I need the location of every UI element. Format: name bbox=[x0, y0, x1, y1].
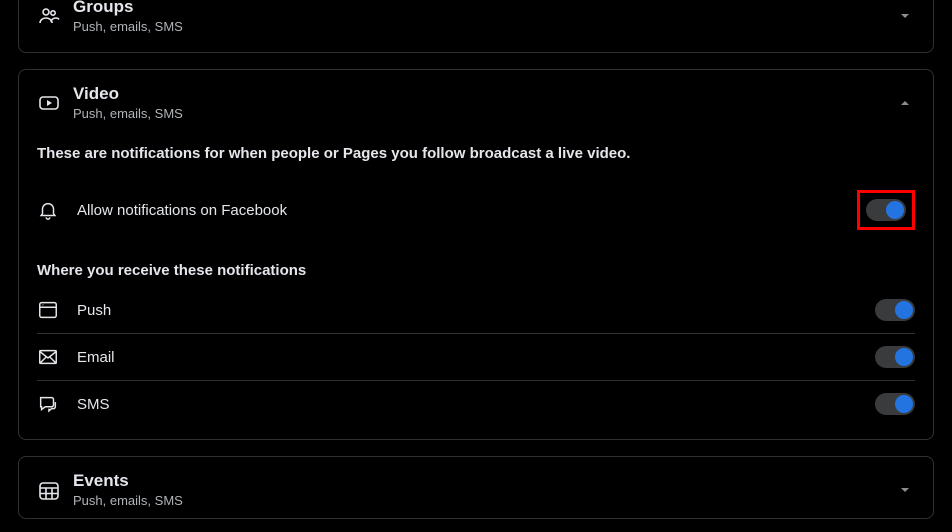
push-label: Push bbox=[77, 302, 875, 319]
browser-icon bbox=[37, 299, 77, 321]
chevron-down-icon bbox=[895, 6, 915, 26]
toggle-sms[interactable] bbox=[875, 393, 915, 415]
row-sms: SMS bbox=[37, 381, 915, 427]
section-events-header[interactable]: Events Push, emails, SMS bbox=[37, 457, 915, 518]
events-title: Events bbox=[73, 471, 895, 491]
sms-label: SMS bbox=[77, 396, 875, 413]
highlight-allow-toggle bbox=[857, 190, 915, 230]
email-label: Email bbox=[77, 349, 875, 366]
where-label: Where you receive these notifications bbox=[37, 262, 915, 279]
allow-label: Allow notifications on Facebook bbox=[77, 202, 857, 219]
video-icon bbox=[37, 91, 73, 115]
chevron-down-icon bbox=[895, 480, 915, 500]
video-description: These are notifications for when people … bbox=[37, 145, 915, 162]
groups-title: Groups bbox=[73, 0, 895, 17]
video-title: Video bbox=[73, 84, 895, 104]
groups-icon bbox=[37, 4, 73, 28]
sms-icon bbox=[37, 393, 77, 415]
section-groups: Groups Push, emails, SMS bbox=[18, 0, 934, 53]
chevron-up-icon bbox=[895, 93, 915, 113]
toggle-allow-facebook[interactable] bbox=[866, 199, 906, 221]
groups-subtitle: Push, emails, SMS bbox=[73, 19, 895, 34]
toggle-push[interactable] bbox=[875, 299, 915, 321]
section-groups-header[interactable]: Groups Push, emails, SMS bbox=[37, 0, 915, 44]
bell-icon bbox=[37, 199, 77, 221]
section-video-header[interactable]: Video Push, emails, SMS bbox=[37, 70, 915, 131]
calendar-icon bbox=[37, 478, 73, 502]
section-events: Events Push, emails, SMS bbox=[18, 456, 934, 519]
row-push: Push bbox=[37, 287, 915, 334]
video-subtitle: Push, emails, SMS bbox=[73, 106, 895, 121]
toggle-email[interactable] bbox=[875, 346, 915, 368]
row-email: Email bbox=[37, 334, 915, 381]
events-subtitle: Push, emails, SMS bbox=[73, 493, 895, 508]
email-icon bbox=[37, 346, 77, 368]
row-allow-facebook: Allow notifications on Facebook bbox=[37, 178, 915, 242]
section-video: Video Push, emails, SMS These are notifi… bbox=[18, 69, 934, 440]
